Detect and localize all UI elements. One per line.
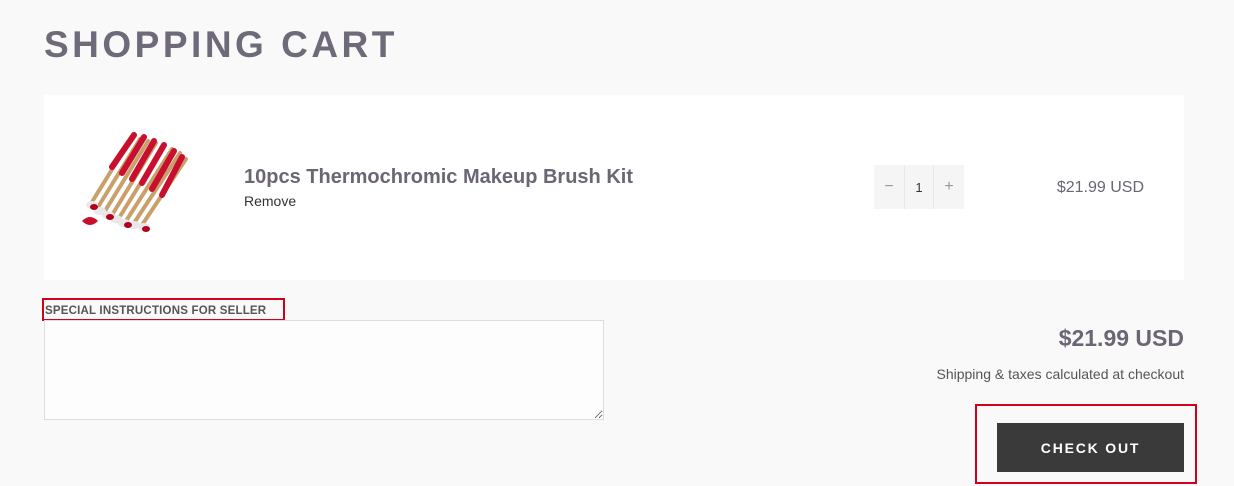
- quantity-input[interactable]: [904, 165, 934, 209]
- cart-subtotal: $21.99 USD: [1058, 325, 1184, 351]
- quantity-stepper: − +: [874, 165, 964, 209]
- shipping-note: Shipping & taxes calculated at checkout: [936, 366, 1185, 382]
- product-image[interactable]: [72, 117, 196, 241]
- quantity-increase-button[interactable]: +: [934, 165, 964, 209]
- notes-textarea[interactable]: [44, 320, 604, 420]
- remove-link[interactable]: Remove: [244, 192, 296, 210]
- product-name[interactable]: 10pcs Thermochromic Makeup Brush Kit: [244, 165, 633, 189]
- line-item-price: $21.99 USD: [1056, 179, 1144, 196]
- cart-item-row: 10pcs Thermochromic Makeup Brush Kit Rem…: [44, 95, 1184, 280]
- checkout-button[interactable]: CHECK OUT: [997, 423, 1184, 472]
- cart-page: SHOPPING CART 10pcs Thermochromic Makeup…: [0, 0, 1234, 486]
- makeup-brush-set-icon: [72, 117, 196, 241]
- quantity-decrease-button[interactable]: −: [874, 165, 904, 209]
- notes-label: SPECIAL INSTRUCTIONS FOR SELLER: [45, 305, 267, 317]
- page-title: SHOPPING CART: [44, 24, 398, 65]
